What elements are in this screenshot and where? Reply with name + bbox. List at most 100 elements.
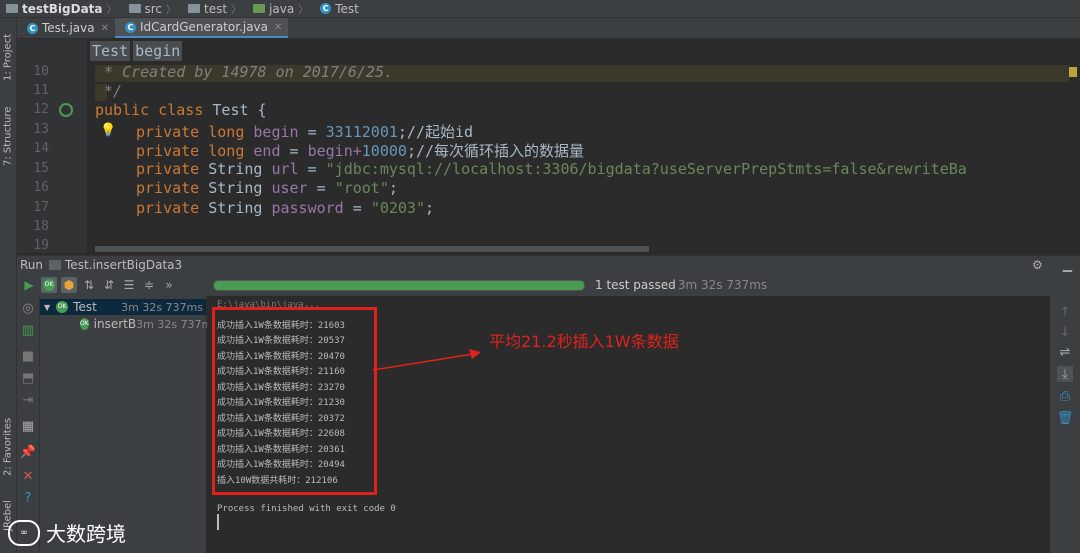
class-icon: C	[27, 22, 38, 34]
tree-item-time: 3m 32s 737ms	[121, 300, 203, 314]
watermark-text: 大数跨境	[46, 522, 126, 546]
watermark: ∞ 大数跨境	[8, 518, 126, 547]
clear-icon[interactable]: 🗑	[1057, 410, 1074, 426]
tree-item-time: 3m 32s 737ms	[136, 317, 219, 331]
code-line: private long begin = 33112001;//起始id	[136, 123, 474, 141]
line-number: 18	[33, 219, 49, 234]
console-right-toolbar: ↑ ↓ ⇌ ⤓ ⎙ 🗑	[1050, 296, 1080, 553]
project-toolwindow-button[interactable]: 1: Project	[0, 22, 16, 92]
line-number: 10	[33, 64, 49, 79]
left-tool-stripe: 1: Project 7: Structure 2: Favorites JRe…	[0, 18, 17, 553]
pin-icon[interactable]: 📌	[20, 444, 36, 460]
favorites-toolwindow-button[interactable]: 2: Favorites	[0, 410, 16, 484]
code-breadcrumb-field[interactable]: begin	[133, 41, 183, 61]
class-icon: C	[320, 3, 332, 14]
hide-icon[interactable]: ▁	[1063, 258, 1072, 272]
console-output[interactable]: E:\java\bin\java... 成功插入1W条数据耗时：21603 成功…	[207, 296, 1050, 553]
export-icon[interactable]: ⇥	[20, 392, 36, 408]
more-icon[interactable]: »	[161, 277, 177, 293]
run-config-tab[interactable]: Test.insertBigData3	[65, 258, 182, 272]
tab-idcardgenerator-java[interactable]: C IdCardGenerator.java ✕	[114, 18, 289, 38]
breadcrumb-java[interactable]: java 〉	[247, 1, 308, 16]
test-progress-bar	[213, 280, 585, 291]
line-number: 14	[33, 141, 49, 156]
passed-icon: OK	[56, 301, 69, 313]
structure-toolwindow-button[interactable]: 7: Structure	[0, 100, 16, 172]
test-tree: ▼ OK Test 3m 32s 737ms OK insertB 3m 32s…	[40, 296, 218, 553]
tree-item-label: Test	[73, 300, 97, 314]
text-caret	[217, 514, 219, 530]
collapse-all-icon[interactable]: ≑	[141, 277, 157, 293]
expand-arrow-icon[interactable]: ▼	[44, 303, 50, 312]
class-icon: C	[124, 21, 136, 33]
code-breadcrumb-class[interactable]: Test	[90, 41, 131, 61]
code-line: private String url = "jdbc:mysql://local…	[136, 160, 967, 178]
test-progress-fill	[214, 281, 584, 290]
breadcrumb-class[interactable]: C Test	[314, 2, 359, 16]
code-editor[interactable]: 10 11 12 13 14 15 16 17 18 19 💡 Test beg…	[17, 39, 1080, 253]
breadcrumb-test[interactable]: test 〉	[182, 1, 241, 16]
passed-icon: OK	[80, 318, 89, 330]
line-number: 13	[33, 122, 49, 137]
line-number: 11	[33, 83, 49, 98]
stop-icon[interactable]: ◎	[20, 300, 36, 316]
code-line: * Created by 14978 on 2017/6/25.	[95, 63, 394, 81]
run-toolbar: ▶ OK ⬢ ⇅ ⇵ ☰ ≑ » 1 test passed – 3m 32s …	[17, 274, 1080, 297]
test-status: 1 test passed	[595, 278, 676, 292]
scroll-to-end-icon[interactable]: ⤓	[1057, 366, 1073, 382]
line-number: 15	[33, 161, 49, 176]
warning-marker[interactable]	[1069, 67, 1077, 77]
expand-all-icon[interactable]: ☰	[121, 277, 137, 293]
process-finished-line: Process finished with exit code 0	[217, 504, 396, 514]
test-duration: – 3m 32s 737ms	[668, 278, 768, 292]
tree-item-label: insertB	[93, 317, 137, 331]
restore-icon[interactable]: ⬒	[20, 370, 36, 386]
breadcrumb-project[interactable]: testBigData 〉	[0, 1, 117, 16]
code-line: private long end = begin+10000;//每次循环插入的…	[136, 142, 585, 160]
code-line: */	[95, 82, 123, 100]
close-icon[interactable]: ✕	[101, 23, 109, 34]
rerun-icon[interactable]: ▶	[21, 277, 37, 293]
sort-alpha-icon[interactable]: ⇅	[81, 277, 97, 293]
help-icon[interactable]: ?	[20, 490, 36, 506]
code-line: private String user = "root";	[136, 179, 398, 197]
line-number: 19	[33, 238, 49, 253]
folder-icon	[188, 4, 201, 13]
show-passed-icon[interactable]: OK	[41, 277, 57, 293]
code-line: public class Test {	[95, 101, 267, 119]
watermark-logo-icon: ∞	[8, 519, 40, 546]
code-breadcrumb: Test begin	[90, 41, 183, 61]
annotation-text: 平均21.2秒插入1W条数据	[489, 332, 679, 351]
close-icon[interactable]: ✕	[274, 22, 282, 33]
soft-wrap-icon[interactable]: ⇌	[1057, 344, 1073, 360]
scroll-down-icon[interactable]: ↓	[1057, 324, 1073, 340]
close-icon[interactable]: ✕	[20, 468, 36, 484]
pause-icon[interactable]: ■	[20, 348, 36, 364]
line-number: 16	[33, 180, 49, 195]
source-folder-icon	[253, 4, 266, 13]
settings-icon[interactable]: ⚙	[1032, 258, 1043, 272]
code-line: private String password = "0203";	[136, 199, 435, 217]
lightbulb-icon[interactable]: 💡	[100, 123, 116, 138]
run-label: Run	[20, 258, 44, 272]
run-side-toolbar: ◎ ▥ ■ ⬒ ⇥ ▦ 📌 ✕ ?	[17, 296, 40, 553]
print-icon[interactable]: ⎙	[1057, 388, 1073, 404]
line-gutter: 10 11 12 13 14 15 16 17 18 19 💡	[17, 39, 116, 253]
show-ignored-icon[interactable]: ⬢	[61, 277, 77, 293]
test-history-icon[interactable]: ▥	[20, 322, 36, 338]
folder-icon	[6, 4, 18, 13]
scroll-up-icon[interactable]: ↑	[1057, 304, 1073, 320]
tree-row[interactable]: OK insertB 3m 32s 737ms	[40, 316, 218, 332]
editor-tabs: C Test.java ✕ C IdCardGenerator.java ✕	[17, 18, 1080, 39]
annotation-arrow	[372, 349, 481, 371]
run-config-icon	[49, 260, 62, 270]
tab-test-java[interactable]: C Test.java ✕	[17, 18, 115, 38]
navigation-breadcrumb: testBigData 〉 src 〉 test 〉 java 〉 C Test	[0, 0, 1080, 18]
breadcrumb-src[interactable]: src 〉	[123, 1, 176, 16]
line-number: 17	[33, 200, 49, 215]
layout-icon[interactable]: ▦	[20, 418, 36, 434]
horizontal-scrollbar[interactable]	[95, 246, 649, 252]
sort-duration-icon[interactable]: ⇵	[101, 277, 117, 293]
run-gutter-icon[interactable]	[59, 103, 73, 117]
tree-row[interactable]: ▼ OK Test 3m 32s 737ms	[40, 299, 206, 315]
